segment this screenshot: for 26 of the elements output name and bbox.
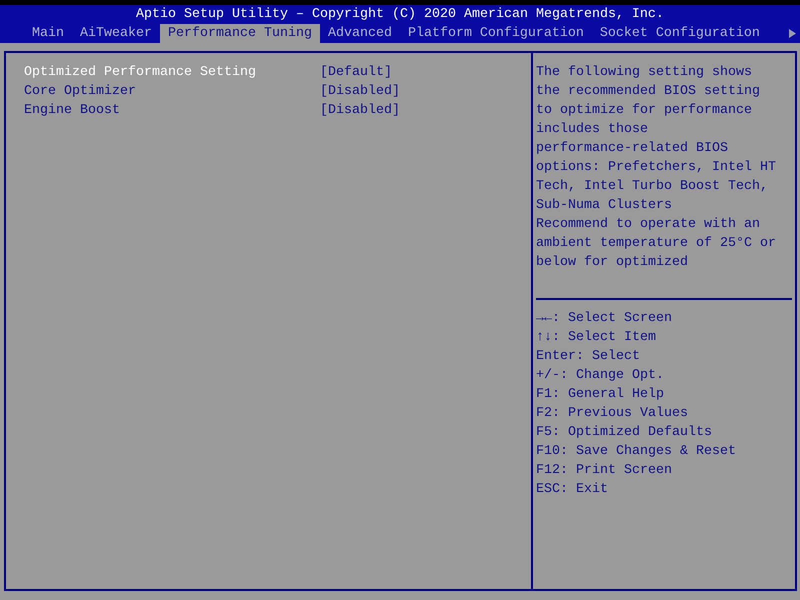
tab[interactable]: Platform Configuration [400,24,592,43]
tab[interactable]: Main [24,24,72,43]
setting-value[interactable]: [Default] [320,63,392,82]
key-help-line: Enter: Select [536,348,640,366]
key-help-line: F10: Save Changes & Reset [536,443,736,461]
key-help-line: F1: General Help [536,386,664,404]
key-help-line: +/-: Change Opt. [536,367,664,385]
tab[interactable]: Advanced [320,24,400,43]
setting-label[interactable]: Core Optimizer [24,82,320,101]
key-help-line: ESC: Exit [536,481,608,499]
setting-value[interactable]: [Disabled] [320,82,400,101]
setting-label[interactable]: Engine Boost [24,101,320,120]
tab[interactable]: Performance Tuning [160,24,320,43]
key-help-line: ↑↓: Select Item [536,329,656,347]
tab[interactable]: AiTweaker [72,24,160,43]
key-help-line: →←: Select Screen [536,310,672,328]
help-text: Recommend to operate with an ambient temperature of 25°C or below for optimized [536,216,776,272]
setting-label[interactable]: Optimized Performance Setting [24,63,320,82]
key-help-line: F12: Print Screen [536,462,672,480]
tab[interactable]: Socket Configuration [592,24,768,43]
help-text: The following setting shows the recommended BIOS setting to optimize for performance includes those performance-related BIOS options: Prefetchers, Intel HT Tech, Intel Turbo Boost Tech, Sub-Numa Clusters [536,64,776,215]
key-help-line: F2: Previous Values [536,405,688,423]
setting-value[interactable]: [Disabled] [320,101,400,120]
window-title: Aptio Setup Utility – Copyright (C) 2020 American Megatrends, Inc. [136,6,664,24]
right-arrow-icon [789,29,796,38]
key-help-line: F5: Optimized Defaults [536,424,712,442]
